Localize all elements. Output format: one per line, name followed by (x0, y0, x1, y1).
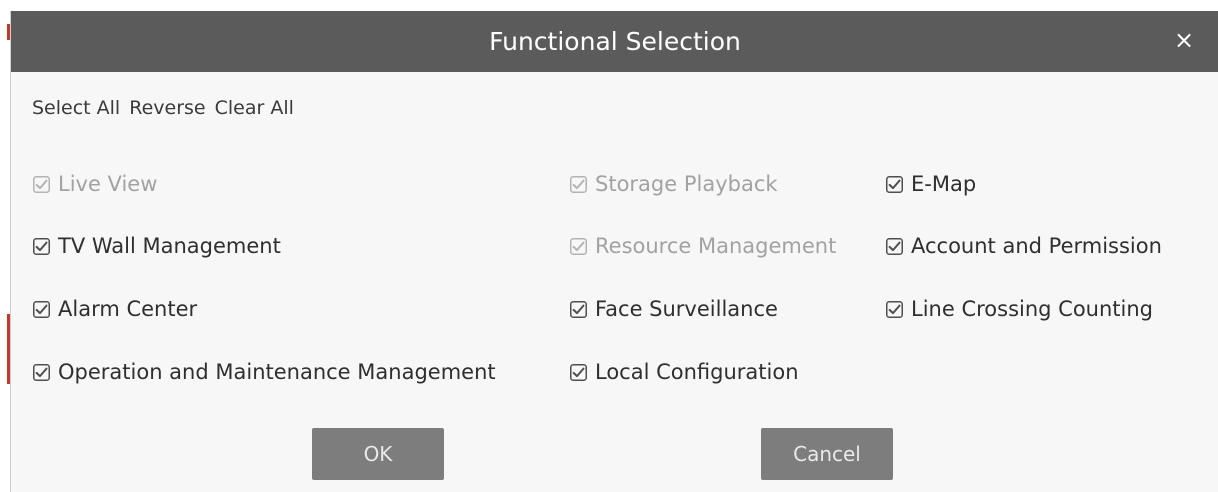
checkbox-checked-icon[interactable] (570, 237, 587, 255)
checkbox-checked-icon[interactable] (33, 363, 50, 381)
cancel-button[interactable]: Cancel (761, 428, 893, 480)
checkbox-checked-icon[interactable] (886, 237, 903, 255)
checkbox-checked-icon[interactable] (570, 363, 587, 381)
option-label: E-Map (911, 172, 977, 196)
option-live-view[interactable]: Live View (33, 169, 157, 199)
option-account-and-permission[interactable]: Account and Permission (886, 231, 1162, 261)
option-face-surveillance[interactable]: Face Surveillance (570, 294, 778, 324)
option-operation-and-maintenance-management[interactable]: Operation and Maintenance Management (33, 357, 496, 387)
option-label: Operation and Maintenance Management (58, 360, 496, 384)
dialog-title: Functional Selection (489, 27, 741, 56)
checkbox-checked-icon[interactable] (886, 175, 903, 193)
checkbox-checked-icon[interactable] (570, 300, 587, 318)
option-label: Resource Management (595, 234, 837, 258)
option-label: Face Surveillance (595, 297, 778, 321)
dialog-title-bar: Functional Selection × (11, 11, 1218, 72)
checkbox-checked-icon[interactable] (33, 300, 50, 318)
option-resource-management[interactable]: Resource Management (570, 231, 836, 261)
option-e-map[interactable]: E-Map (886, 169, 976, 199)
checkbox-checked-icon[interactable] (33, 175, 50, 193)
ok-button[interactable]: OK (312, 428, 444, 480)
reverse-link[interactable]: Reverse (129, 97, 205, 127)
option-label: Storage Playback (595, 172, 778, 196)
option-label: Account and Permission (911, 234, 1162, 258)
checkbox-checked-icon[interactable] (33, 237, 50, 255)
option-label: Line Crossing Counting (911, 297, 1153, 321)
option-tv-wall-management[interactable]: TV Wall Management (33, 231, 281, 261)
screen: Functional Selection × Select All Revers… (0, 0, 1218, 492)
checkbox-checked-icon[interactable] (570, 175, 587, 193)
option-storage-playback[interactable]: Storage Playback (570, 169, 778, 199)
option-local-configuration[interactable]: Local Configuration (570, 357, 799, 387)
checkbox-checked-icon[interactable] (886, 300, 903, 318)
option-alarm-center[interactable]: Alarm Center (33, 294, 197, 324)
option-label: Live View (58, 172, 158, 196)
selection-toolbar: Select All Reverse Clear All (32, 97, 294, 127)
option-line-crossing-counting[interactable]: Line Crossing Counting (886, 294, 1153, 324)
functional-selection-dialog: Functional Selection × Select All Revers… (10, 11, 1218, 492)
option-label: TV Wall Management (58, 234, 281, 258)
close-icon[interactable]: × (1167, 23, 1201, 57)
option-label: Local Configuration (595, 360, 799, 384)
option-label: Alarm Center (58, 297, 198, 321)
select-all-link[interactable]: Select All (32, 97, 120, 127)
clear-all-link[interactable]: Clear All (215, 97, 294, 127)
